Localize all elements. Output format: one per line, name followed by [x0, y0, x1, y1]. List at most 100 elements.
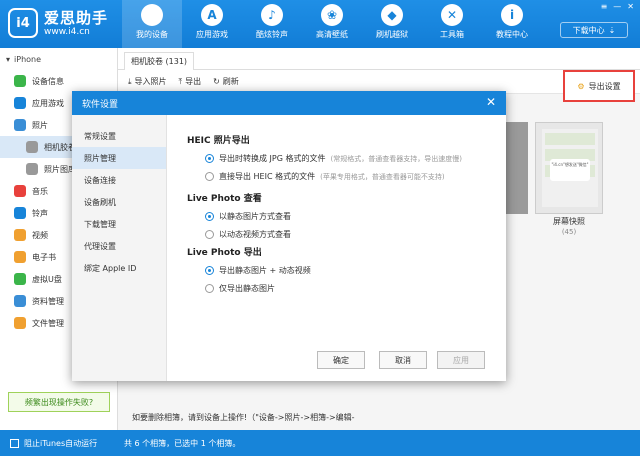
dialog-close-icon[interactable]: ✕ [486, 95, 496, 109]
nav-item-4[interactable]: ◆ 刷机越狱 [362, 0, 422, 48]
gear-icon: ⚙ [577, 81, 585, 91]
dialog-nav-item-6[interactable]: 绑定 Apple ID [72, 257, 166, 279]
nav-label: 我的设备 [136, 30, 168, 39]
sidebar-item-label: 照片 [32, 120, 48, 130]
import-label: 导入照片 [134, 77, 167, 86]
sidebar-item-label: 音乐 [32, 186, 48, 196]
nav-item-3[interactable]: ❀ 高清壁纸 [302, 0, 362, 48]
bell-icon [14, 207, 26, 219]
dialog-header: 软件设置 ✕ [72, 91, 506, 115]
radio-view-video[interactable]: 以动态视频方式查看 [205, 229, 291, 240]
radio-heic-direct[interactable]: 直接导出 HEIC 格式的文件 (苹果专用格式，普通查看器可能不支持) [205, 171, 445, 182]
dialog-nav-item-5[interactable]: 代理设置 [72, 235, 166, 257]
dialog-nav-item-2[interactable]: 设备连接 [72, 169, 166, 191]
export-settings-button[interactable]: ⚙ 导出设置 [563, 70, 635, 102]
dialog-title: 软件设置 [82, 99, 119, 110]
radio-view-static[interactable]: 以静态图片方式查看 [205, 211, 291, 222]
radio-label: 仅导出静态图片 [219, 284, 275, 293]
device-name: iPhone [14, 54, 42, 64]
close-icon[interactable]: ✕ [627, 2, 634, 11]
music-icon [14, 185, 26, 197]
import-photos-button[interactable]: ⤓ 导入照片 [128, 76, 167, 87]
apps-icon [14, 97, 26, 109]
app-logo: i4 [8, 8, 38, 38]
photo-icon [14, 119, 26, 131]
itunes-checkbox[interactable] [10, 439, 19, 448]
radio-button[interactable] [205, 172, 214, 181]
folder-icon [26, 163, 38, 175]
nav-label: 刷机越狱 [376, 30, 408, 39]
radio-button[interactable] [205, 154, 214, 163]
radio-button[interactable] [205, 284, 214, 293]
dialog-nav: 常规设置 照片管理 设备连接 设备刷机 下载管理 代理设置 绑定 Apple ID [72, 115, 167, 381]
radio-label: 导出静态图片 + 动态视频 [219, 266, 311, 275]
dialog-nav-item-0[interactable]: 常规设置 [72, 125, 166, 147]
nav-item-6[interactable]: i 教程中心 [482, 0, 542, 48]
dropbox-icon: ◆ [381, 4, 403, 26]
radio-label: 以静态图片方式查看 [219, 212, 291, 221]
help-link[interactable]: 频繁出现操作失败? [8, 392, 110, 412]
radio-button[interactable] [205, 266, 214, 275]
info-circle-icon [14, 75, 26, 87]
status-text: 共 6 个相簿，已选中 1 个相簿。 [124, 439, 241, 448]
album-count: (45) [561, 228, 577, 236]
app-store-icon: A [201, 4, 223, 26]
thumb-alert-text: "i4.cn"想发送"微信" [550, 159, 590, 181]
export-icon: ⤒ [178, 76, 183, 86]
sidebar-item-label: 资料管理 [32, 296, 64, 306]
app-url: www.i4.cn [44, 27, 90, 37]
nav-item-1[interactable]: A 应用游戏 [182, 0, 242, 48]
apply-button[interactable]: 应用 [437, 351, 485, 369]
nav-item-5[interactable]: ✕ 工具箱 [422, 0, 482, 48]
radio-button[interactable] [205, 212, 214, 221]
itunes-label: 阻止iTunes自动运行 [24, 439, 98, 448]
dialog-nav-item-4[interactable]: 下载管理 [72, 213, 166, 235]
menu-icon[interactable]: ≡ [601, 2, 608, 11]
triangle-down-icon: ▾ [6, 54, 11, 64]
apple-icon [141, 4, 163, 26]
status-bar: 阻止iTunes自动运行 共 6 个相簿，已选中 1 个相簿。 [0, 430, 640, 456]
cancel-button[interactable]: 取消 [379, 351, 427, 369]
photo-album-screenshot[interactable]: "i4.cn"想发送"微信" [535, 122, 603, 214]
top-bar: i4 爱思助手 www.i4.cn 我的设备 A 应用游戏 ♪ 酷炫铃声 ❀ 高清壁纸 ◆ 刷机… [0, 0, 640, 48]
dialog-nav-item-3[interactable]: 设备刷机 [72, 191, 166, 213]
sidebar-item-label: 文件管理 [32, 318, 64, 328]
radio-button[interactable] [205, 230, 214, 239]
section-view-title: Live Photo 查看 [187, 194, 262, 204]
refresh-label: 刷新 [222, 77, 239, 86]
radio-export-static[interactable]: 仅导出静态图片 [205, 283, 275, 294]
radio-note: (苹果专用格式，普通查看器可能不支持) [320, 172, 445, 181]
nav-item-2[interactable]: ♪ 酷炫铃声 [242, 0, 302, 48]
tab-bar: 相机胶卷 (131) [118, 48, 640, 70]
radio-export-both[interactable]: 导出静态图片 + 动态视频 [205, 265, 311, 276]
bell-icon: ♪ [261, 4, 283, 26]
video-icon [14, 229, 26, 241]
ok-button[interactable]: 确定 [317, 351, 365, 369]
sidebar-item-label: 应用游戏 [32, 98, 64, 108]
radio-note: (常规格式，普通查看器支持，导出速度慢) [330, 154, 462, 163]
radio-heic-jpg[interactable]: 导出时转换成 JPG 格式的文件 (常规格式，普通查看器支持，导出速度慢) [205, 153, 462, 164]
sidebar-item-0[interactable]: 设备信息 [0, 70, 117, 92]
section-export-title: Live Photo 导出 [187, 248, 262, 258]
itunes-toggle[interactable]: 阻止iTunes自动运行 [10, 438, 97, 449]
dialog-nav-item-1[interactable]: 照片管理 [72, 147, 166, 169]
refresh-button[interactable]: ↻ 刷新 [213, 76, 239, 87]
nav-item-0[interactable]: 我的设备 [122, 0, 182, 48]
device-selector[interactable]: ▾ iPhone [0, 48, 117, 70]
minimize-icon[interactable]: — [613, 2, 621, 11]
export-button[interactable]: ⤒ 导出 [179, 76, 202, 87]
tab-camera-roll[interactable]: 相机胶卷 (131) [124, 52, 195, 70]
usb-icon [14, 273, 26, 285]
refresh-icon: ↻ [213, 77, 220, 86]
settings-dialog: 软件设置 ✕ 常规设置 照片管理 设备连接 设备刷机 下载管理 代理设置 绑定 Apple … [72, 91, 506, 381]
file-icon [14, 317, 26, 329]
sidebar-item-label: 铃声 [32, 208, 48, 218]
download-center-label: 下载中心 [572, 25, 605, 35]
download-center-button[interactable]: 下载中心 ⇣ [560, 22, 628, 38]
export-label: 导出 [185, 77, 202, 86]
nav-label: 教程中心 [496, 30, 528, 39]
export-settings-label: 导出设置 [588, 81, 621, 91]
flower-icon: ❀ [321, 4, 343, 26]
radio-label: 导出时转换成 JPG 格式的文件 [219, 154, 326, 163]
thumb-image: "i4.cn"想发送"微信" [542, 129, 598, 207]
